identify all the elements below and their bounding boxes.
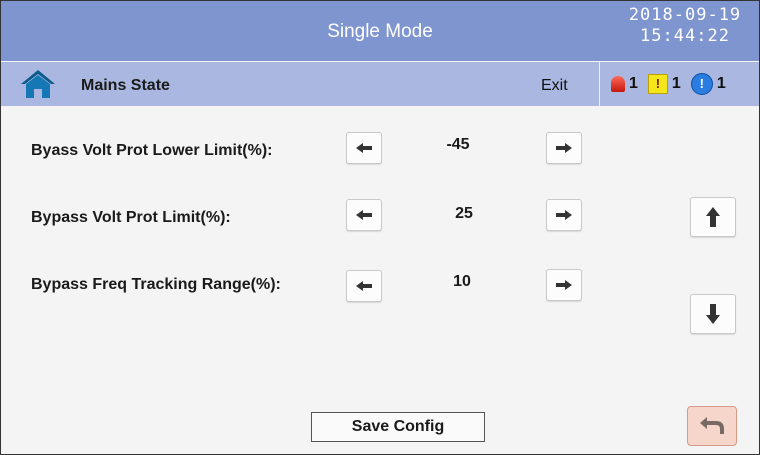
exit-button[interactable]: Exit [541,77,568,95]
sub-header: Mains State Exit 1 ! 1 ! 1 [1,62,759,106]
arrow-down-icon [706,304,720,324]
volt-limit-value: 25 [455,205,473,222]
time-display: 15:44:22 [640,26,730,46]
increase-volt-lower-limit-button[interactable] [546,132,582,164]
warning-indicator[interactable]: ! 1 [647,74,681,94]
yellow-warning-icon: ! [647,74,668,94]
clock: 2018-09-19 15:44:22 [615,5,755,47]
scroll-up-button[interactable] [690,197,736,237]
info-count: 1 [716,75,726,92]
arrow-right-icon [556,143,572,153]
divider [599,62,600,106]
volt-lower-limit-value: -45 [446,136,470,153]
red-alarm-icon [611,76,625,92]
alarm-summary[interactable]: 1 ! 1 ! 1 [611,72,736,96]
decrease-volt-lower-limit-button[interactable] [346,132,382,164]
return-arrow-icon [700,417,724,434]
arrow-left-icon [356,143,372,153]
increase-freq-tracking-button[interactable] [546,269,582,301]
increase-volt-limit-button[interactable] [546,199,582,231]
freq-tracking-value: 10 [453,273,471,290]
red-alarm-count: 1 [629,75,638,92]
warning-count: 1 [671,75,681,92]
setting-label-volt-limit: Bypass Volt Prot Limit(%): [31,209,231,226]
setting-label-freq-tracking: Bypass Freq Tracking Range(%): [31,276,281,293]
date-display: 2018-09-19 [628,5,742,25]
screen: Single Mode 2018-09-19 15:44:22 Mains St… [0,0,760,455]
red-alarm-indicator[interactable]: 1 [611,75,638,93]
page-title: Mains State [81,77,170,94]
arrow-right-icon [556,210,572,220]
arrow-up-icon [706,207,720,227]
decrease-freq-tracking-button[interactable] [346,270,382,302]
save-config-button[interactable]: Save Config [311,412,485,442]
arrow-left-icon [356,281,372,291]
info-indicator[interactable]: ! 1 [690,73,726,95]
home-icon[interactable] [19,68,57,100]
decrease-volt-limit-button[interactable] [346,199,382,231]
blue-info-icon: ! [690,73,713,95]
arrow-left-icon [356,210,372,220]
back-button[interactable] [687,406,737,446]
setting-label-volt-lower-limit: Byass Volt Prot Lower Limit(%): [31,142,273,159]
scroll-down-button[interactable] [690,294,736,334]
arrow-right-icon [556,280,572,290]
top-bar: Single Mode 2018-09-19 15:44:22 [1,1,759,61]
